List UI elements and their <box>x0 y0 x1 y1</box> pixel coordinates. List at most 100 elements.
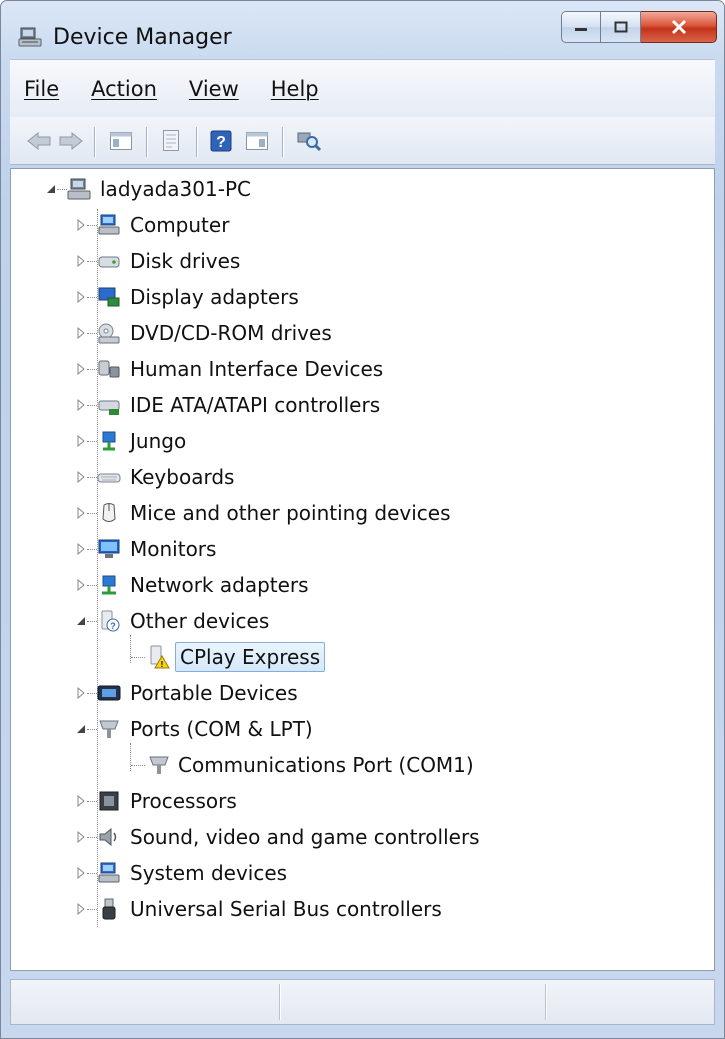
tree-node-category[interactable]: Disk drives <box>75 245 243 277</box>
tree-node-category[interactable]: Ports (COM & LPT) <box>75 713 316 745</box>
menu-bar: File Action View Help <box>10 59 715 117</box>
svg-text:!: ! <box>161 660 164 669</box>
scan-hardware-changes-button[interactable] <box>294 126 324 156</box>
menu-action[interactable]: Action <box>91 77 157 101</box>
tree-node-category[interactable]: System devices <box>75 857 290 889</box>
expand-arrow-icon[interactable] <box>75 255 87 267</box>
tree-node-device[interactable]: ! CPlay Express <box>107 641 326 673</box>
minimize-button[interactable] <box>561 11 601 43</box>
expand-arrow-icon[interactable] <box>75 543 87 555</box>
menu-help[interactable]: Help <box>271 77 319 101</box>
expand-arrow-icon[interactable] <box>75 795 87 807</box>
tree-label: Computer <box>130 213 230 237</box>
tree-node-root[interactable]: ladyada301-PC <box>45 173 254 205</box>
expand-arrow-icon[interactable] <box>75 435 87 447</box>
scan-hardware-changes-icon <box>297 132 322 152</box>
close-button[interactable] <box>641 11 717 43</box>
expand-arrow-icon[interactable] <box>75 327 87 339</box>
help-button[interactable]: ? <box>206 126 236 156</box>
sound-icon <box>99 827 117 847</box>
hid-icon <box>98 360 120 378</box>
tree-label: Jungo <box>130 429 187 453</box>
expand-arrow-icon[interactable] <box>75 831 87 843</box>
expand-arrow-icon[interactable] <box>75 219 87 231</box>
tree-label: Monitors <box>130 537 217 561</box>
maximize-icon <box>614 21 627 33</box>
menu-file[interactable]: File <box>24 77 59 101</box>
tree-node-category[interactable]: Monitors <box>75 533 219 565</box>
expand-arrow-icon[interactable] <box>75 471 87 483</box>
title-bar[interactable]: Device Manager <box>1 1 724 61</box>
device-tree: ladyada301-PC Computer Disk drives Display… <box>10 168 715 971</box>
tree-node-category[interactable]: DVD/CD-ROM drives <box>75 317 335 349</box>
maximize-button[interactable] <box>601 11 641 43</box>
tree-label: Universal Serial Bus controllers <box>130 897 442 921</box>
tree-label: Ports (COM & LPT) <box>130 717 313 741</box>
close-icon <box>671 19 686 35</box>
show-hide-console-tree-button[interactable] <box>106 126 136 156</box>
tree-node-category[interactable]: ? Other devices <box>75 605 272 637</box>
collapse-arrow-icon[interactable] <box>75 615 87 627</box>
ide-controller-icon <box>98 400 120 415</box>
tree-label: Sound, video and game controllers <box>130 825 480 849</box>
tree-node-category[interactable]: Portable Devices <box>75 677 301 709</box>
menu-view[interactable]: View <box>189 77 239 101</box>
tree-node-category[interactable]: IDE ATA/ATAPI controllers <box>75 389 383 421</box>
tree-label: DVD/CD-ROM drives <box>130 321 332 345</box>
tree-label: Processors <box>130 789 237 813</box>
show-hide-action-pane-button[interactable] <box>242 126 272 156</box>
properties-button[interactable] <box>156 126 186 156</box>
back-icon <box>27 131 51 151</box>
tree-node-category[interactable]: Jungo <box>75 425 189 457</box>
expand-arrow-icon[interactable] <box>75 687 87 699</box>
tree-label: Other devices <box>130 609 270 633</box>
tree-node-category[interactable]: Keyboards <box>75 461 237 493</box>
window-title: Device Manager <box>53 25 232 50</box>
tree-node-category[interactable]: Computer <box>75 209 232 241</box>
show-hide-action-pane-icon <box>246 132 268 150</box>
forward-button[interactable] <box>56 126 86 156</box>
display-adapter-icon <box>98 287 120 307</box>
tree-node-category[interactable]: Mice and other pointing devices <box>75 497 454 529</box>
tree-label: Display adapters <box>130 285 299 309</box>
collapse-arrow-icon[interactable] <box>75 723 87 735</box>
back-button[interactable] <box>24 126 54 156</box>
svg-text:?: ? <box>216 134 226 151</box>
portable-device-icon <box>97 685 121 701</box>
system-device-icon <box>98 862 120 883</box>
tree-node-device[interactable]: Communications Port (COM1) <box>107 749 477 781</box>
tree-node-category[interactable]: Human Interface Devices <box>75 353 386 385</box>
expand-arrow-icon[interactable] <box>75 291 87 303</box>
port-icon <box>99 720 119 738</box>
mouse-icon <box>102 503 116 522</box>
expand-arrow-icon[interactable] <box>75 363 87 375</box>
help-icon: ? <box>210 130 232 152</box>
tree-node-category[interactable]: Display adapters <box>75 281 302 313</box>
properties-icon <box>163 130 179 151</box>
minimize-icon <box>575 28 587 31</box>
toolbar: ? <box>10 117 715 165</box>
monitor-icon <box>98 539 120 558</box>
expand-arrow-icon[interactable] <box>75 579 87 591</box>
network-adapter-icon <box>102 575 116 595</box>
keyboard-icon <box>97 473 121 483</box>
collapse-arrow-icon[interactable] <box>45 183 57 195</box>
expand-arrow-icon[interactable] <box>75 903 87 915</box>
expand-arrow-icon[interactable] <box>75 399 87 411</box>
device-manager-icon <box>18 26 42 48</box>
tree-label: Communications Port (COM1) <box>178 753 474 777</box>
expand-arrow-icon[interactable] <box>75 867 87 879</box>
show-hide-console-tree-icon <box>110 132 132 150</box>
tree-node-category[interactable]: Sound, video and game controllers <box>75 821 483 853</box>
port-icon <box>149 756 169 774</box>
tree-label: Human Interface Devices <box>130 357 384 381</box>
dvd-drive-icon <box>98 323 120 344</box>
expand-arrow-icon[interactable] <box>75 507 87 519</box>
tree-node-category[interactable]: Universal Serial Bus controllers <box>75 893 445 925</box>
computer-icon <box>98 214 120 235</box>
tree-label: System devices <box>130 861 288 885</box>
tree-node-category[interactable]: Processors <box>75 785 240 817</box>
tree-label: CPlay Express <box>175 642 326 672</box>
jungo-icon <box>102 431 116 451</box>
tree-node-category[interactable]: Network adapters <box>75 569 312 601</box>
